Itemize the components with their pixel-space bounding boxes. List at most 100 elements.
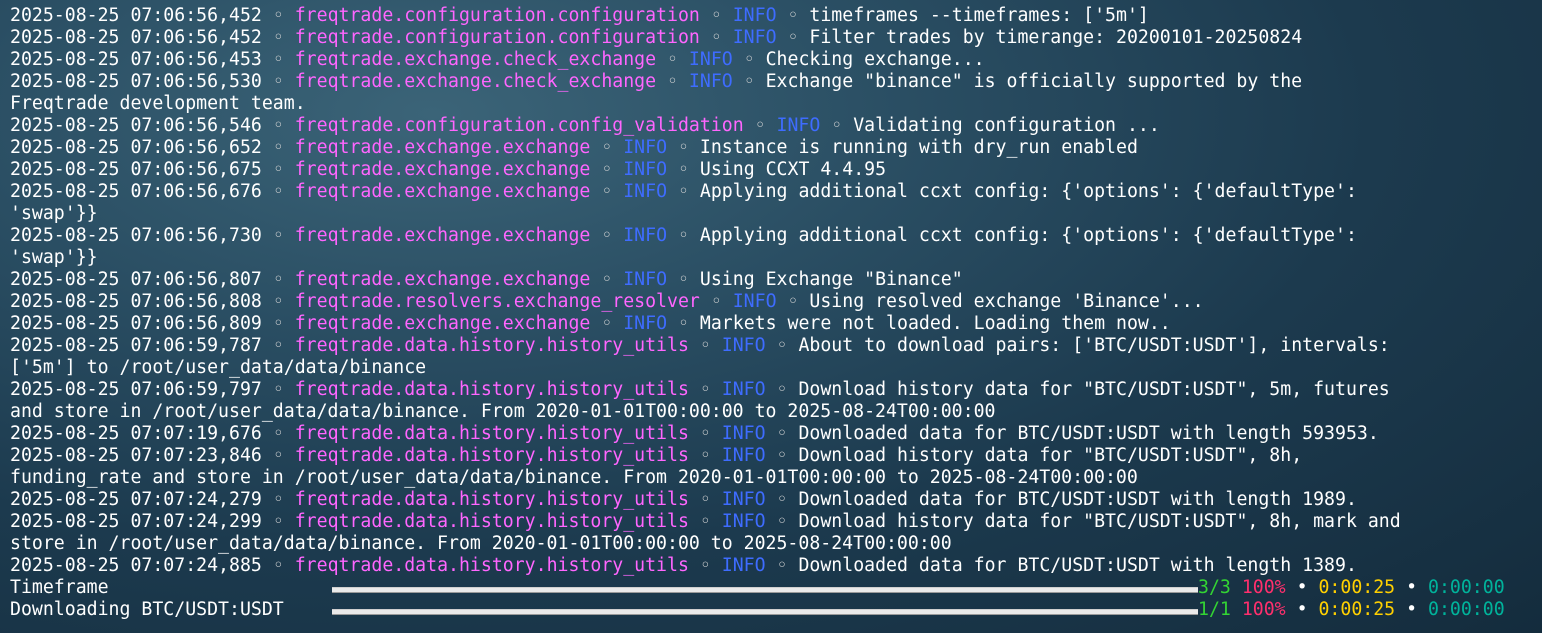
log-separator: ◦ <box>272 423 284 444</box>
log-message-continuation: Freqtrade development team. <box>10 93 306 114</box>
log-separator: ◦ <box>272 71 284 92</box>
log-separator: ◦ <box>787 27 799 48</box>
log-line: 2025-08-25 07:07:24,885 ◦ freqtrade.data… <box>10 555 1536 577</box>
progress-bar <box>332 587 1198 593</box>
log-line: 2025-08-25 07:07:23,846 ◦ freqtrade.data… <box>10 445 1536 467</box>
log-separator: ◦ <box>776 445 788 466</box>
terminal-output: 2025-08-25 07:06:56,452 ◦ freqtrade.conf… <box>10 5 1536 621</box>
log-level: INFO <box>688 49 733 70</box>
log-separator: ◦ <box>776 555 788 576</box>
log-line: 2025-08-25 07:06:56,530 ◦ freqtrade.exch… <box>10 71 1536 93</box>
log-separator: ◦ <box>776 335 788 356</box>
log-separator: ◦ <box>601 181 613 202</box>
log-line: 2025-08-25 07:07:24,279 ◦ freqtrade.data… <box>10 489 1536 511</box>
log-separator: ◦ <box>272 291 284 312</box>
log-message: Instance is running with dry_run enabled <box>699 137 1138 158</box>
log-separator: ◦ <box>601 225 613 246</box>
log-message-continuation: store in /root/user_data/data/binance. F… <box>10 533 952 554</box>
log-logger-name: freqtrade.configuration.configuration <box>294 5 700 26</box>
progress-percent: 100% <box>1241 577 1286 598</box>
log-timestamp: 2025-08-25 07:06:56,530 <box>10 71 262 92</box>
log-separator: ◦ <box>699 511 711 532</box>
log-separator: ◦ <box>710 291 722 312</box>
log-separator: ◦ <box>667 49 678 70</box>
log-separator: ◦ <box>272 269 284 290</box>
log-level: INFO <box>721 379 766 400</box>
progress-row: Downloading BTC/USDT:USDT 1/1 100% • 0:00… <box>10 599 1536 621</box>
log-logger-name: freqtrade.exchange.exchange <box>294 225 591 246</box>
log-line: 2025-08-25 07:06:56,546 ◦ freqtrade.conf… <box>10 115 1536 137</box>
progress-count: 3/3 <box>1198 577 1231 598</box>
log-message: timeframes --timeframes: ['5m'] <box>809 5 1149 26</box>
log-logger-name: freqtrade.data.history.history_utils <box>294 555 689 576</box>
progress-label: Timeframe <box>10 577 109 598</box>
progress-percent: 100% <box>1241 599 1286 620</box>
log-separator: ◦ <box>272 379 284 400</box>
log-line: 2025-08-25 07:06:56,676 ◦ freqtrade.exch… <box>10 181 1536 203</box>
log-separator: ◦ <box>272 489 284 510</box>
log-separator: ◦ <box>699 423 711 444</box>
log-separator: ◦ <box>272 137 284 158</box>
log-logger-name: freqtrade.data.history.history_utils <box>294 445 689 466</box>
log-logger-name: freqtrade.data.history.history_utils <box>294 335 689 356</box>
log-separator: ◦ <box>787 291 799 312</box>
log-timestamp: 2025-08-25 07:07:24,299 <box>10 511 262 532</box>
log-message: Downloaded data for BTC/USDT:USDT with l… <box>798 489 1357 510</box>
log-level: INFO <box>721 423 766 444</box>
log-message: Using resolved exchange 'Binance'... <box>809 291 1204 312</box>
log-separator: ◦ <box>272 49 284 70</box>
log-message-continuation: funding_rate and store in /root/user_dat… <box>10 467 1138 488</box>
log-separator: ◦ <box>754 115 766 136</box>
log-logger-name: freqtrade.data.history.history_utils <box>294 489 689 510</box>
log-logger-name: freqtrade.data.history.history_utils <box>294 511 689 532</box>
log-separator: ◦ <box>272 445 284 466</box>
progress-elapsed: 0:00:25 <box>1318 599 1396 620</box>
log-message: Using CCXT 4.4.95 <box>699 159 887 180</box>
log-logger-name: freqtrade.exchange.exchange <box>294 159 591 180</box>
log-separator: ◦ <box>678 159 689 180</box>
log-message: Filter trades by timerange: 20200101-202… <box>809 27 1303 48</box>
progress-count: 1/1 <box>1198 599 1231 620</box>
progress-bar-fill <box>332 610 1198 614</box>
log-logger-name: freqtrade.configuration.configuration <box>294 27 700 48</box>
bullet-separator: • <box>1406 577 1418 598</box>
log-line: 2025-08-25 07:06:59,797 ◦ freqtrade.data… <box>10 379 1536 401</box>
log-separator: ◦ <box>776 489 788 510</box>
log-logger-name: freqtrade.data.history.history_utils <box>294 379 689 400</box>
progress-remaining: 0:00:00 <box>1428 599 1505 620</box>
log-level: INFO <box>721 489 766 510</box>
log-logger-name: freqtrade.exchange.exchange <box>294 313 591 334</box>
log-separator: ◦ <box>272 181 284 202</box>
log-timestamp: 2025-08-25 07:06:56,807 <box>10 269 262 290</box>
bullet-separator: • <box>1406 599 1418 620</box>
log-separator: ◦ <box>678 225 689 246</box>
log-level: INFO <box>623 269 668 290</box>
log-line: 2025-08-25 07:06:56,453 ◦ freqtrade.exch… <box>10 49 1536 71</box>
log-timestamp: 2025-08-25 07:06:56,652 <box>10 137 262 158</box>
log-separator: ◦ <box>601 137 613 158</box>
log-separator: ◦ <box>776 379 788 400</box>
bullet-separator: • <box>1296 577 1308 598</box>
progress-remaining: 0:00:00 <box>1428 577 1505 598</box>
log-separator: ◦ <box>272 555 284 576</box>
log-separator: ◦ <box>831 115 843 136</box>
log-separator: ◦ <box>272 511 284 532</box>
log-separator: ◦ <box>678 269 689 290</box>
log-logger-name: freqtrade.resolvers.exchange_resolver <box>294 291 700 312</box>
log-separator: ◦ <box>743 49 755 70</box>
log-message-continuation: ['5m'] to /root/user_data/data/binance <box>10 357 427 378</box>
log-level: INFO <box>721 511 766 532</box>
log-logger-name: freqtrade.exchange.exchange <box>294 181 591 202</box>
log-message: Download history data for "BTC/USDT:USDT… <box>798 511 1401 532</box>
log-timestamp: 2025-08-25 07:06:56,452 <box>10 5 262 26</box>
log-message: Validating configuration ... <box>853 115 1160 136</box>
log-level: INFO <box>623 313 668 334</box>
log-separator: ◦ <box>699 489 711 510</box>
log-line: 2025-08-25 07:06:56,452 ◦ freqtrade.conf… <box>10 5 1536 27</box>
log-level: INFO <box>688 71 733 92</box>
log-logger-name: freqtrade.exchange.check_exchange <box>294 49 657 70</box>
log-separator: ◦ <box>601 269 613 290</box>
log-timestamp: 2025-08-25 07:06:56,452 <box>10 27 262 48</box>
log-logger-name: freqtrade.data.history.history_utils <box>294 423 689 444</box>
log-separator: ◦ <box>601 159 613 180</box>
